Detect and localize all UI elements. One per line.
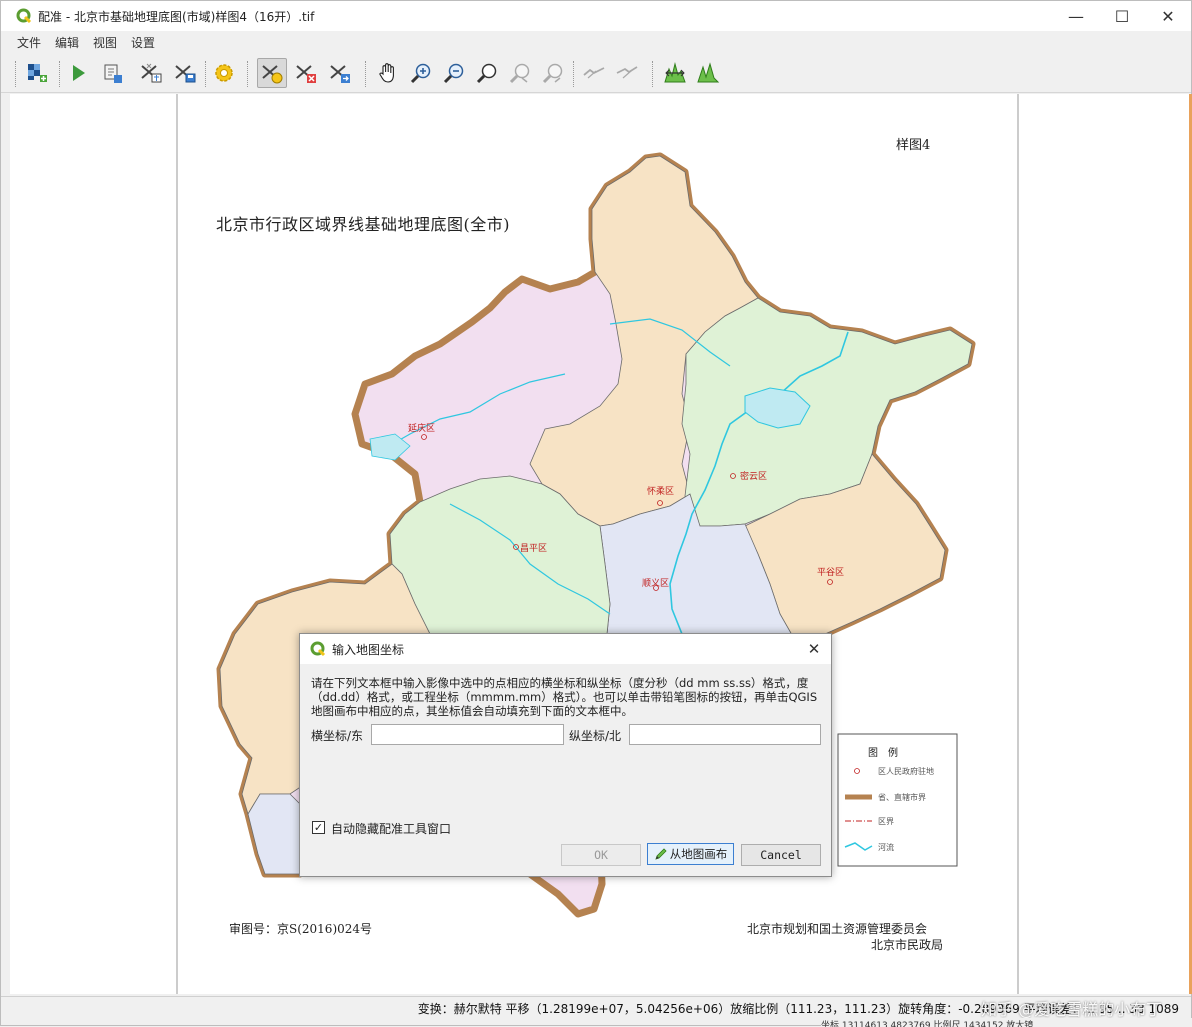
generate-script-button[interactable] <box>97 58 127 88</box>
toolbar-separator <box>652 61 653 87</box>
start-georeferencing-button[interactable] <box>63 58 93 88</box>
pencil-icon <box>655 848 667 860</box>
link-georef-icon <box>583 67 605 79</box>
local-histogram-icon <box>697 62 720 83</box>
toolbar-separator <box>205 61 206 87</box>
zoom-to-layer-icon <box>476 63 497 84</box>
toolbar <box>1 55 1191 93</box>
zoom-out-button[interactable] <box>439 58 469 88</box>
qgis-logo-icon <box>16 8 32 24</box>
minimize-button[interactable]: — <box>1053 1 1099 31</box>
y-coordinate-label: 纵坐标/北 <box>569 729 622 743</box>
load-gcp-button[interactable] <box>136 58 166 88</box>
dialog-description: 请在下列文本框中输入影像中选中的点相应的横坐标和纵坐标（度分秒（dd mm ss… <box>311 676 818 718</box>
pan-icon <box>379 63 394 83</box>
dialog-title: 输入地图坐标 <box>332 642 405 657</box>
toolbar-separator <box>365 61 366 87</box>
x-coordinate-label: 横坐标/东 <box>311 729 364 743</box>
menu-view[interactable]: 视图 <box>93 34 117 51</box>
sample-label: 样图4 <box>896 138 931 153</box>
ok-button-label: OK <box>594 848 608 862</box>
watermark: 知乎 @爱吃雪糕的小布丁 <box>981 1000 1163 1019</box>
publisher-line-2: 北京市民政局 <box>871 938 944 952</box>
district-label-yanqing: 延庆区 <box>408 424 436 434</box>
district-label-huairou: 怀柔区 <box>647 487 675 497</box>
georeferencer-window: 配准 - 北京市基础地理底图(市域)样图4（16开）.tif — ☐ ✕ 文件 … <box>0 0 1192 1027</box>
maximize-button[interactable]: ☐ <box>1099 1 1145 31</box>
toolbar-separator <box>59 61 60 87</box>
district-label-changping: 昌平区 <box>520 544 548 554</box>
start-georeferencing-icon <box>73 65 85 81</box>
link-qgis-button[interactable] <box>612 58 642 88</box>
link-qgis-icon <box>616 66 638 79</box>
transformation-settings-button[interactable] <box>209 58 239 88</box>
full-histogram-icon <box>664 62 686 83</box>
legend-item: 区界 <box>878 817 894 826</box>
toolbar-separator <box>573 61 574 87</box>
zoom-last-button[interactable] <box>505 58 535 88</box>
local-histogram-stretch-button[interactable] <box>693 58 723 88</box>
link-georeferencer-button[interactable] <box>579 58 609 88</box>
add-point-button[interactable] <box>257 58 287 88</box>
save-gcp-icon <box>175 65 196 83</box>
menu-edit[interactable]: 编辑 <box>55 34 79 51</box>
zoom-last-icon <box>509 63 530 84</box>
zoom-out-icon <box>443 63 464 84</box>
y-coordinate-input[interactable] <box>629 724 821 745</box>
cancel-button[interactable]: Cancel <box>741 844 821 866</box>
menu-file[interactable]: 文件 <box>17 34 41 51</box>
legend-title: 图 例 <box>868 748 898 759</box>
auto-hide-checkbox[interactable]: ✓ <box>312 821 325 834</box>
district-label-shunyi: 顺义区 <box>642 579 670 589</box>
zoom-next-button[interactable] <box>538 58 568 88</box>
title-bar: 配准 - 北京市基础地理底图(市域)样图4（16开）.tif — ☐ ✕ <box>1 1 1191 31</box>
load-gcp-icon <box>141 63 162 83</box>
dialog-title-bar: 输入地图坐标 ✕ <box>300 634 831 664</box>
map-approval-number: 审图号：京S(2016)024号 <box>229 922 373 936</box>
delete-point-icon <box>296 65 316 83</box>
save-gcp-button[interactable] <box>170 58 200 88</box>
map-title: 北京市行政区域界线基础地理底图(全市) <box>216 215 510 234</box>
zoom-in-button[interactable] <box>406 58 436 88</box>
close-button[interactable]: ✕ <box>1145 1 1191 31</box>
zoom-to-layer-button[interactable] <box>472 58 502 88</box>
full-histogram-stretch-button[interactable] <box>660 58 690 88</box>
menu-bar: 文件 编辑 视图 设置 <box>1 31 1191 53</box>
pan-button[interactable] <box>373 58 403 88</box>
auto-hide-label: 自动隐藏配准工具窗口 <box>331 822 452 836</box>
move-point-button[interactable] <box>325 58 355 88</box>
district-label-pinggu: 平谷区 <box>817 568 845 578</box>
from-map-canvas-label: 从地图画布 <box>669 847 728 861</box>
toolbar-separator <box>247 61 248 87</box>
zoom-next-icon <box>542 63 563 84</box>
legend-item: 省、直辖市界 <box>878 793 926 802</box>
dialog-close-button[interactable]: ✕ <box>803 639 825 659</box>
zoom-in-icon <box>410 63 431 84</box>
add-raster-icon <box>28 64 47 82</box>
toolbar-separator <box>15 61 16 87</box>
settings-icon <box>215 64 233 82</box>
delete-point-button[interactable] <box>291 58 321 88</box>
x-coordinate-input[interactable] <box>371 724 564 745</box>
map-coordinates-dialog: 输入地图坐标 ✕ 请在下列文本框中输入影像中选中的点相应的横坐标和纵坐标（度分秒… <box>299 633 832 877</box>
district-label-miyun: 密云区 <box>740 472 768 482</box>
menu-settings[interactable]: 设置 <box>131 34 155 51</box>
ok-button[interactable]: OK <box>561 844 641 866</box>
move-point-icon <box>330 65 350 83</box>
qgis-logo-icon <box>310 641 326 657</box>
add-raster-button[interactable] <box>22 58 52 88</box>
legend-item: 河流 <box>878 843 894 852</box>
cancel-button-label: Cancel <box>760 848 802 862</box>
window-title: 配准 - 北京市基础地理底图(市域)样图4（16开）.tif <box>38 9 315 24</box>
close-icon: ✕ <box>807 640 821 658</box>
add-point-icon <box>262 65 283 84</box>
publisher-line-1: 北京市规划和国土资源管理委员会 <box>747 922 928 936</box>
generate-script-icon <box>104 64 122 83</box>
legend-item: 区人民政府驻地 <box>878 767 934 776</box>
from-map-canvas-button[interactable]: 从地图画布 <box>647 843 734 865</box>
